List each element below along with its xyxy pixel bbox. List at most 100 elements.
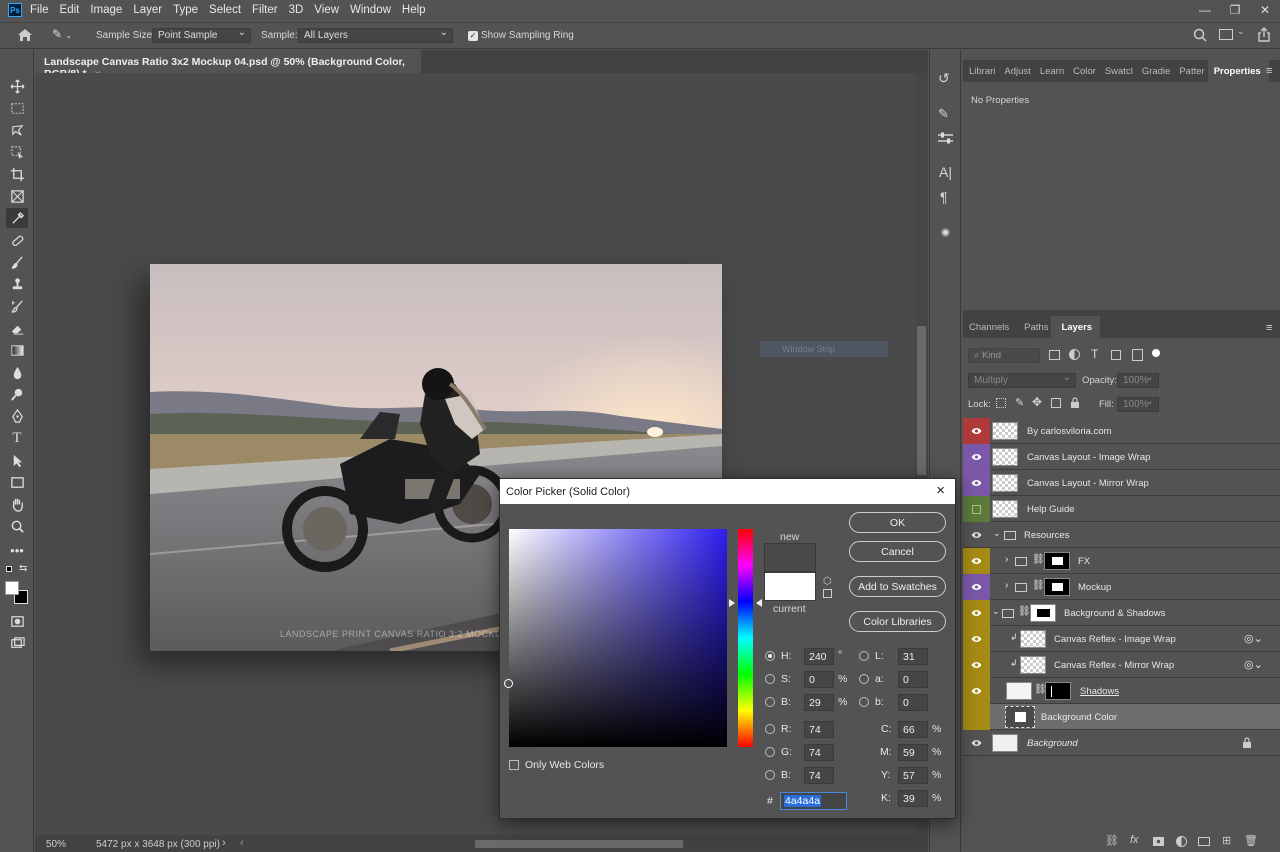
k-input[interactable]: 39 (898, 790, 928, 807)
layer-group-row[interactable]: › ⛓ Mockup (963, 574, 1280, 600)
layer-row[interactable]: Canvas Layout - Image Wrap (963, 444, 1280, 470)
document-tab[interactable]: Landscape Canvas Ratio 3x2 Mockup 04.psd… (35, 50, 421, 80)
layer-row[interactable]: Background (963, 730, 1280, 756)
only-web-colors-checkbox[interactable] (509, 760, 519, 770)
g-input[interactable]: 74 (804, 744, 834, 761)
eyedropper-preset-icon[interactable]: ✎ ⌄ (52, 27, 78, 43)
lab-b-input[interactable]: 0 (898, 694, 928, 711)
visibility-eye-icon[interactable] (963, 418, 990, 444)
a-radio[interactable] (859, 674, 869, 684)
visibility-eye-icon[interactable] (963, 470, 990, 496)
hue-slider[interactable] (738, 529, 753, 747)
zoom-level[interactable]: 50% (46, 839, 66, 850)
zoom-tool-icon[interactable] (6, 516, 28, 536)
eyedropper-tool-icon[interactable] (6, 208, 28, 228)
r-input[interactable]: 74 (804, 721, 834, 738)
layer-group-row[interactable]: ⌄ ⛓ Background & Shadows (963, 600, 1280, 626)
quick-mask-icon[interactable] (6, 611, 28, 631)
restore-icon[interactable]: ❐ (1220, 0, 1250, 20)
layer-effects-icon[interactable]: ◎⌄ (1244, 632, 1263, 645)
menu-file[interactable]: File (30, 4, 49, 16)
group-collapse-chevron-icon[interactable]: › (1005, 554, 1008, 565)
filter-shape-icon[interactable] (1111, 350, 1121, 360)
delete-layer-icon[interactable]: 🗑 (1244, 834, 1258, 847)
group-expand-chevron-icon[interactable]: ⌄ (993, 528, 1001, 539)
tab-color[interactable]: Color (1067, 60, 1099, 82)
color-field[interactable] (504, 529, 727, 747)
new-group-icon[interactable] (1198, 837, 1210, 846)
history-brush-tool-icon[interactable] (6, 296, 28, 316)
menu-image[interactable]: Image (90, 4, 122, 16)
filter-pixel-icon[interactable] (1049, 350, 1060, 360)
l-radio[interactable] (859, 651, 869, 661)
menu-filter[interactable]: Filter (252, 4, 278, 16)
visibility-eye-icon[interactable] (963, 574, 990, 600)
s-input[interactable]: 0 (804, 671, 834, 688)
search-icon[interactable] (1193, 28, 1207, 45)
hidden-visibility-toggle[interactable] (963, 496, 990, 522)
paragraph-icon[interactable]: ¶ (940, 189, 948, 205)
r-radio[interactable] (765, 724, 775, 734)
share-icon[interactable] (1257, 27, 1271, 45)
hidden-visibility-toggle[interactable] (963, 704, 990, 730)
character-icon[interactable]: A| (939, 164, 952, 180)
a-input[interactable]: 0 (898, 671, 928, 688)
horizontal-scroll-thumb[interactable] (475, 840, 683, 848)
screen-mode-icon[interactable] (6, 633, 28, 653)
lab-b-radio[interactable] (859, 697, 869, 707)
brightness-input[interactable]: 29 (804, 694, 834, 711)
glyphs-icon[interactable] (941, 228, 950, 237)
sample-select[interactable]: All Layers (298, 26, 453, 43)
lock-image-icon[interactable]: ✎ (1015, 396, 1024, 409)
menu-layer[interactable]: Layer (133, 4, 162, 16)
healing-brush-tool-icon[interactable] (6, 230, 28, 250)
hex-input[interactable]: 4a4a4a (780, 792, 847, 810)
fx-icon[interactable]: fx (1130, 834, 1139, 846)
visibility-eye-icon[interactable] (963, 548, 990, 574)
rectangle-tool-icon[interactable] (6, 472, 28, 492)
current-color-swatch[interactable] (764, 572, 816, 601)
add-mask-icon[interactable] (1153, 837, 1164, 846)
crop-tool-icon[interactable] (6, 164, 28, 184)
workspace-chevron-icon[interactable]: ⌄ (1237, 26, 1245, 37)
l-input[interactable]: 31 (898, 648, 928, 665)
pen-tool-icon[interactable] (6, 406, 28, 426)
lasso-tool-icon[interactable] (6, 120, 28, 140)
tab-gradients[interactable]: Gradie (1136, 60, 1174, 82)
visibility-eye-icon[interactable] (963, 600, 990, 626)
menu-type[interactable]: Type (173, 4, 198, 16)
foreground-color-swatch[interactable] (5, 581, 19, 595)
layer-row-selected[interactable]: Background Color (963, 704, 1280, 730)
menu-edit[interactable]: Edit (60, 4, 80, 16)
blue-input[interactable]: 74 (804, 767, 834, 784)
menu-help[interactable]: Help (402, 4, 426, 16)
eraser-tool-icon[interactable] (6, 318, 28, 338)
gradient-tool-icon[interactable] (6, 340, 28, 360)
lock-all-icon[interactable] (1070, 397, 1080, 411)
brush-tool-icon[interactable] (6, 252, 28, 272)
visibility-eye-icon[interactable] (963, 626, 990, 652)
visibility-eye-icon[interactable] (963, 444, 990, 470)
layer-row[interactable]: ↲ Canvas Reflex - Image Wrap ◎⌄ (963, 626, 1280, 652)
visibility-eye-icon[interactable] (963, 522, 990, 548)
history-icon[interactable]: ↺ (938, 70, 950, 87)
visibility-eye-icon[interactable] (963, 678, 990, 704)
home-icon[interactable] (17, 28, 33, 42)
layer-row[interactable]: ⛓ Shadows (963, 678, 1280, 704)
move-tool-icon[interactable] (6, 76, 28, 96)
layer-group-row[interactable]: ⌄ Resources (963, 522, 1280, 548)
workspace-icon[interactable] (1219, 29, 1233, 40)
frame-tool-icon[interactable] (6, 186, 28, 206)
tab-paths[interactable]: Paths (1012, 316, 1051, 338)
layer-row[interactable]: Canvas Layout - Mirror Wrap (963, 470, 1280, 496)
brush-settings-icon[interactable]: ✎ (938, 106, 949, 122)
lock-transparent-icon[interactable] (996, 398, 1006, 408)
status-chevron-icon[interactable]: › (222, 837, 226, 849)
properties-menu-icon[interactable]: ≡ (1266, 65, 1272, 77)
opacity-field[interactable]: 100% (1117, 371, 1159, 388)
layer-row[interactable]: ↲ Canvas Reflex - Mirror Wrap ◎⌄ (963, 652, 1280, 678)
menu-select[interactable]: Select (209, 4, 241, 16)
filter-smart-object-icon[interactable] (1132, 349, 1143, 361)
group-expand-chevron-icon[interactable]: ⌄ (992, 606, 1000, 617)
tab-libraries[interactable]: Librari (963, 60, 998, 82)
